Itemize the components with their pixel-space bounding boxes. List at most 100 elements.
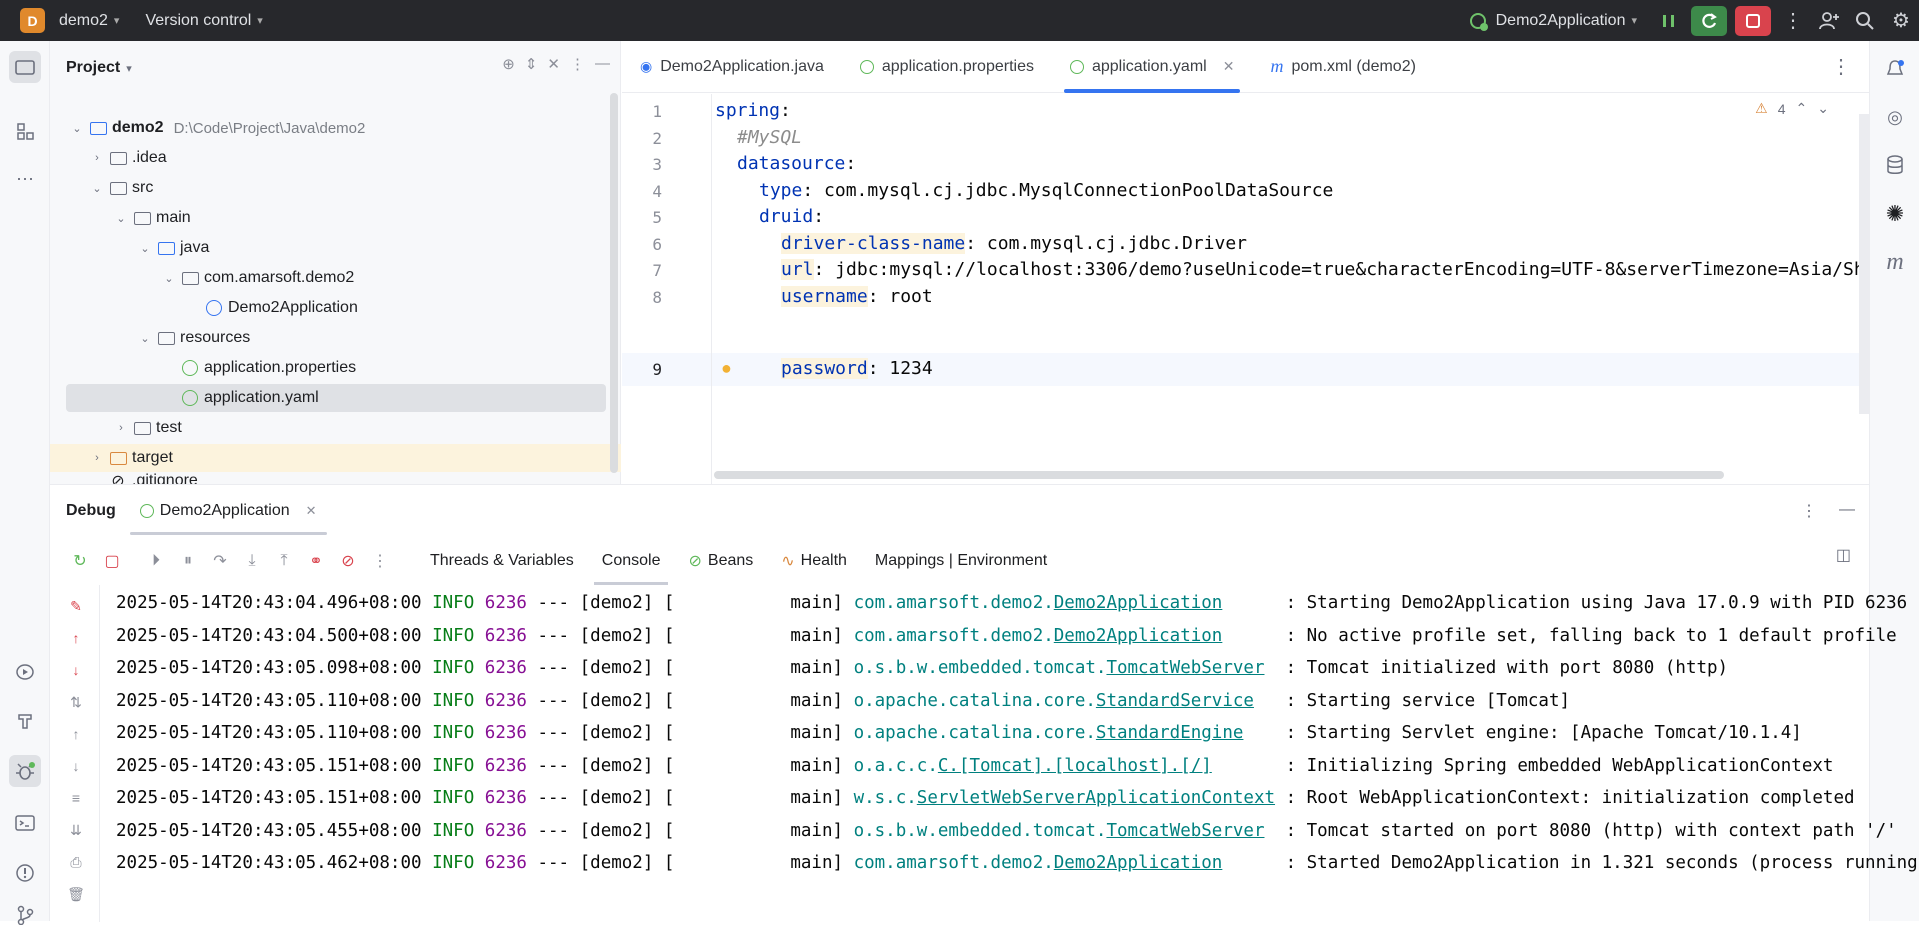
log-pid: 6236 — [484, 820, 527, 841]
tab-threads-variables[interactable]: Threads & Variables — [416, 537, 588, 585]
gear-icon[interactable]: ⚙ — [1883, 6, 1919, 36]
run-config-selector[interactable]: Demo2Application ▾ — [1468, 10, 1637, 32]
tree-item-application-yaml[interactable]: application.yaml — [66, 384, 606, 412]
log-cls[interactable]: C.[Tomcat].[localhost].[/] — [938, 756, 1212, 776]
more-tools-icon[interactable]: ⋯ — [9, 163, 41, 195]
tree-item-test[interactable]: › test — [50, 414, 610, 442]
inspection-widget[interactable]: ⚠ 4 ⌃ ⌄ — [1755, 100, 1829, 117]
debug-session-tab[interactable]: Demo2Application ✕ — [129, 485, 327, 537]
more-options-icon[interactable]: ⋮ — [1801, 501, 1817, 521]
locate-icon[interactable]: ⊕ — [502, 55, 515, 73]
tab-application-yaml[interactable]: application.yaml ✕ — [1052, 41, 1252, 93]
build-icon[interactable] — [9, 705, 41, 737]
project-selector[interactable]: D demo2 ▾ — [20, 8, 119, 33]
log-cls[interactable]: Demo2Application — [1054, 626, 1223, 646]
arrow-up-icon[interactable]: ↑ — [65, 627, 87, 649]
add-user-icon[interactable] — [1811, 6, 1847, 36]
notifications-icon[interactable] — [1879, 53, 1911, 85]
tree-item-resources[interactable]: ⌄ resources — [50, 324, 610, 352]
more-options-icon[interactable]: ⋮ — [570, 55, 585, 73]
tab-health[interactable]: ∿ Health — [767, 537, 861, 585]
mute-breakpoints-icon[interactable]: ⊘ — [332, 545, 364, 577]
log-pkg: o.apache.catalina.core. — [853, 690, 1096, 711]
log-cls[interactable]: StandardService — [1096, 691, 1254, 711]
log-sp2 — [474, 788, 485, 808]
close-icon[interactable]: ✕ — [306, 503, 317, 519]
tree-item-main[interactable]: ⌄ main — [50, 204, 610, 232]
more-tabs-icon[interactable]: ⋮ — [1831, 54, 1851, 79]
view-breakpoints-icon[interactable]: ⚭ — [300, 545, 332, 577]
tree-item-label: test — [156, 419, 182, 436]
tab-mappings-environment[interactable]: Mappings | Environment — [861, 537, 1061, 585]
log-cls[interactable]: TomcatWebServer — [1106, 821, 1264, 841]
scroll-to-end-icon[interactable]: ⇊ — [65, 819, 87, 841]
log-cls[interactable]: ServletWebServerApplicationContext — [917, 788, 1275, 808]
pause-icon[interactable]: ⏸ — [172, 545, 204, 577]
minimize-icon[interactable]: — — [595, 55, 610, 73]
resume-icon[interactable]: ⏵ — [140, 545, 172, 577]
tree-item-package[interactable]: ⌄ com.amarsoft.demo2 — [50, 264, 610, 292]
tree-item-idea[interactable]: › .idea — [50, 144, 610, 172]
soft-wrap-icon[interactable]: ≡ — [65, 787, 87, 809]
more-actions-icon[interactable]: ⋮ — [364, 545, 396, 577]
step-out-icon[interactable]: ⤒ — [268, 545, 300, 577]
git-icon[interactable] — [9, 899, 41, 931]
chevron-up-icon[interactable]: ⌃ — [1796, 100, 1808, 117]
trash-icon[interactable]: 🗑 — [65, 883, 87, 905]
tab-pom-xml[interactable]: m pom.xml (demo2) — [1252, 41, 1433, 93]
version-control-menu[interactable]: Version control ▾ — [145, 12, 262, 30]
log-cls[interactable]: TomcatWebServer — [1106, 658, 1264, 678]
tree-item-java[interactable]: ⌄ java — [50, 234, 610, 262]
scroll-down-icon[interactable]: ↓ — [65, 755, 87, 777]
resume-icon[interactable] — [1651, 6, 1687, 36]
tree-item-src[interactable]: ⌄ src — [50, 174, 610, 202]
stop-icon[interactable]: ▢ — [96, 545, 128, 577]
print-icon[interactable]: ⎙ — [65, 851, 87, 873]
project-folder-icon[interactable] — [9, 51, 41, 83]
tree-item-demo2[interactable]: ⌄ demo2 D:\Code\Project\Java\demo2 — [50, 114, 610, 142]
minimize-icon[interactable]: — — [1839, 501, 1855, 521]
structure-icon[interactable] — [9, 115, 41, 147]
search-icon[interactable] — [1847, 6, 1883, 36]
chevron-down-icon[interactable]: ⌄ — [1817, 100, 1829, 117]
log-sp1 — [422, 658, 433, 678]
log-cls[interactable]: StandardEngine — [1096, 723, 1244, 743]
step-into-icon[interactable]: ⤓ — [236, 545, 268, 577]
log-cls[interactable]: Demo2Application — [1054, 593, 1223, 613]
horizontal-scrollbar[interactable] — [714, 471, 1724, 479]
project-scrollbar[interactable] — [610, 93, 618, 473]
rerun-button[interactable] — [1691, 5, 1727, 36]
tree-item-gitignore[interactable]: ⊘ .gitignore — [50, 472, 610, 484]
lightbulb-icon[interactable]: ● — [721, 358, 732, 379]
layout-icon[interactable]: ◫ — [1836, 545, 1851, 565]
arrow-down-icon[interactable]: ↓ — [65, 659, 87, 681]
services-icon[interactable] — [9, 656, 41, 688]
ai-assistant-icon[interactable]: ◎ — [1879, 101, 1911, 133]
collapse-all-icon[interactable]: ✕ — [547, 55, 560, 73]
database-icon[interactable] — [1879, 149, 1911, 181]
tab-beans[interactable]: ⊘ Beans — [674, 537, 767, 585]
close-icon[interactable]: ✕ — [1223, 58, 1235, 75]
tab-console[interactable]: Console — [588, 537, 675, 585]
debug-icon[interactable] — [9, 755, 41, 787]
rerun-icon[interactable]: ↻ — [64, 545, 96, 577]
log-cls[interactable]: Demo2Application — [1054, 853, 1223, 873]
vertical-scrollbar[interactable] — [1859, 114, 1869, 414]
problems-icon[interactable] — [9, 857, 41, 889]
more-actions-icon[interactable]: ⋮ — [1775, 6, 1811, 36]
maven-icon[interactable]: m — [1879, 246, 1911, 278]
copilot-icon[interactable]: ✺ — [1879, 198, 1911, 230]
stop-button[interactable] — [1735, 5, 1771, 36]
terminal-icon[interactable] — [9, 807, 41, 839]
step-over-icon[interactable]: ↷ — [204, 545, 236, 577]
code-editor[interactable]: ⚠ 4 ⌃ ⌄ 1 2 3 4 5 6 7 8 9 spring: #MySQL… — [622, 94, 1869, 484]
tree-item-application-properties[interactable]: application.properties — [50, 354, 610, 382]
tree-item-demo2application[interactable]: Demo2Application — [50, 294, 610, 322]
clear-icon[interactable]: ✎ — [65, 595, 87, 617]
sort-icon[interactable]: ⇅ — [65, 691, 87, 713]
expand-all-icon[interactable]: ⇕ — [525, 55, 538, 73]
scroll-up-icon[interactable]: ↑ — [65, 723, 87, 745]
tab-application-properties[interactable]: application.properties — [842, 41, 1052, 93]
tree-item-target[interactable]: › target — [50, 444, 621, 472]
tab-demo2application-java[interactable]: ◉ Demo2Application.java — [622, 41, 842, 93]
